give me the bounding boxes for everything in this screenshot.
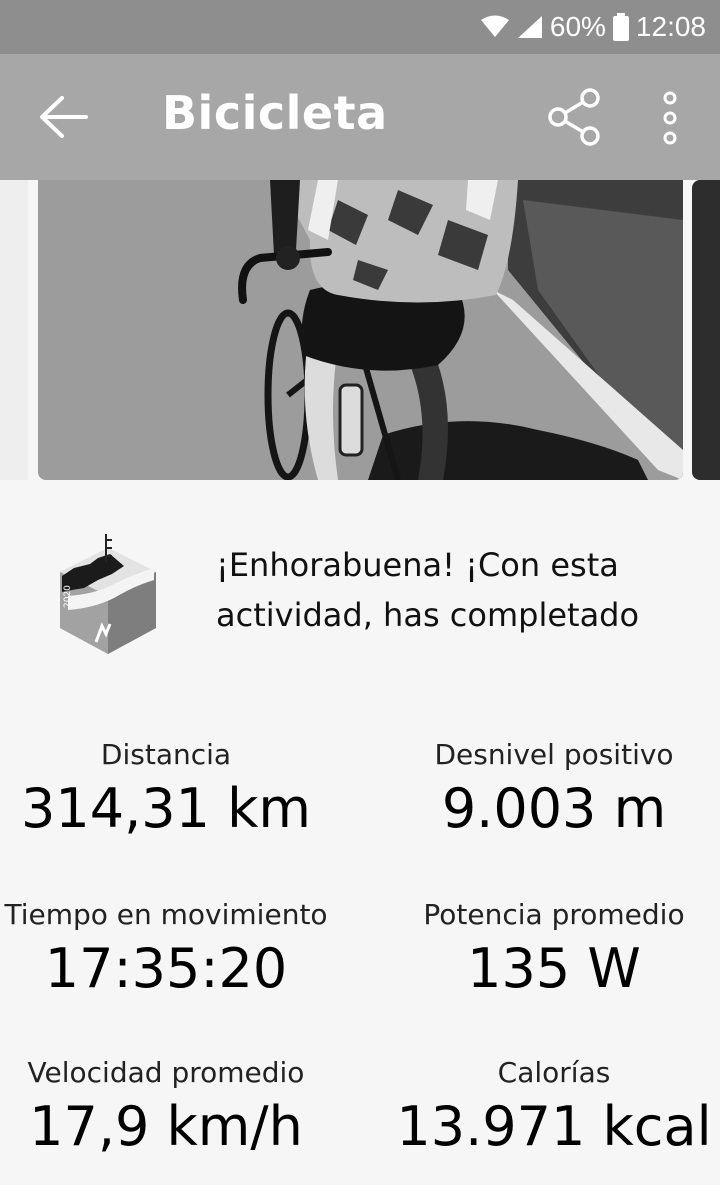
next-photo[interactable] (692, 180, 720, 480)
battery-icon (612, 12, 630, 42)
activity-photo[interactable] (38, 180, 683, 480)
congrats-message: ¡Enhorabuena! ¡Con esta actividad, has c… (216, 546, 640, 634)
photo-carousel[interactable] (0, 180, 720, 482)
stat-label: Desnivel positivo (434, 738, 674, 771)
stat-value: 314,31 km (21, 777, 311, 840)
stat-calories: Calorías 13.971 kcal (384, 1056, 720, 1158)
stat-value: 13.971 kcal (396, 1095, 712, 1158)
app-bar: Bicicleta (0, 54, 720, 180)
stat-value: 17,9 km/h (29, 1095, 303, 1158)
stat-label: Velocidad promedio (27, 1056, 305, 1089)
stat-label: Distancia (100, 738, 232, 771)
previous-photo[interactable] (0, 180, 28, 480)
stat-label: Potencia promedio (423, 898, 685, 931)
share-icon[interactable] (546, 88, 602, 146)
achievement-banner[interactable]: 2020 ¡Enhorabuena! ¡Con esta actividad, … (0, 520, 720, 660)
status-bar: 60% 12:08 (0, 0, 720, 54)
clock: 12:08 (635, 11, 706, 42)
achievement-badge-icon: 2020 (54, 534, 162, 658)
page-title: Bicicleta (162, 86, 388, 140)
stat-label: Tiempo en movimiento (4, 898, 328, 931)
stat-moving-time: Tiempo en movimiento 17:35:20 (0, 898, 336, 1000)
svg-text:2020: 2020 (63, 585, 73, 608)
signal-icon (516, 14, 544, 40)
stat-average-speed: Velocidad promedio 17,9 km/h (0, 1056, 336, 1158)
battery-percent: 60% (549, 11, 606, 42)
stat-value: 9.003 m (441, 777, 667, 840)
wifi-icon (480, 15, 510, 39)
stat-distance: Distancia 314,31 km (0, 738, 336, 840)
back-arrow-icon[interactable] (36, 92, 92, 142)
stat-label: Calorías (497, 1056, 611, 1089)
stat-elevation-gain: Desnivel positivo 9.003 m (384, 738, 720, 840)
stat-value: 135 W (467, 937, 641, 1000)
stat-value: 17:35:20 (44, 937, 288, 1000)
more-vertical-icon[interactable] (656, 90, 684, 146)
stat-average-power: Potencia promedio 135 W (384, 898, 720, 1000)
